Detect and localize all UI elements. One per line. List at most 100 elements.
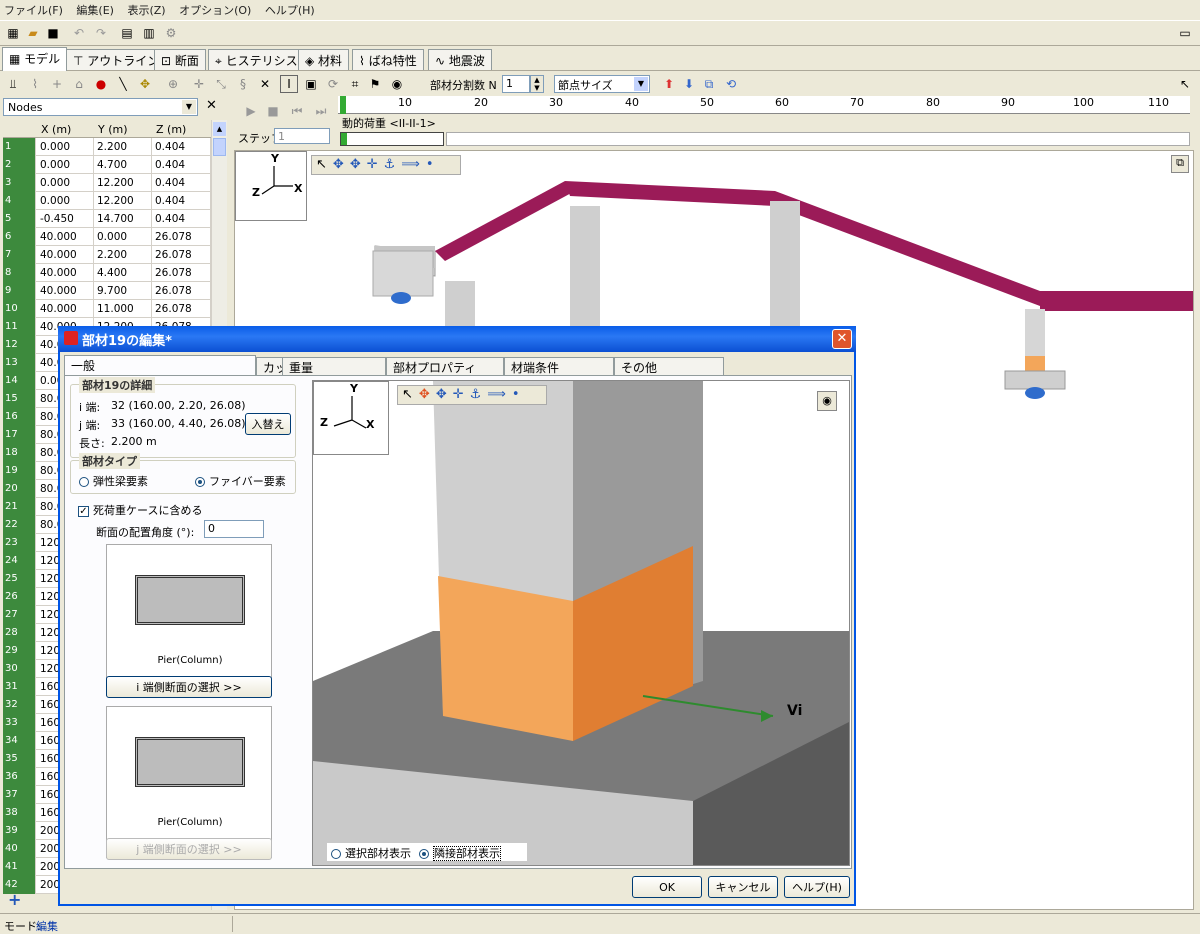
table-cell[interactable]: 40.000 (37, 228, 94, 246)
table-cell[interactable]: 40.000 (37, 264, 94, 282)
copy-icon[interactable]: ⧉ (700, 75, 718, 93)
table-cell[interactable]: 0.404 (152, 210, 211, 228)
table-row[interactable]: 3 0.000 12.200 0.404 (3, 174, 211, 192)
play-icon[interactable]: ▶ (242, 102, 260, 120)
undo-icon[interactable]: ↶ (70, 24, 88, 42)
table-cell[interactable]: 2.200 (94, 138, 152, 156)
table-row[interactable]: 2 0.000 4.700 0.404 (3, 156, 211, 174)
move-icon[interactable]: ✛ (190, 75, 208, 93)
table-cell[interactable]: 0.404 (152, 174, 211, 192)
table-cell[interactable]: 4.400 (94, 264, 152, 282)
column-y-header[interactable]: Y (m) (98, 123, 128, 136)
table-row[interactable]: 5 -0.450 14.700 0.404 (3, 210, 211, 228)
row-number[interactable]: 6 (3, 228, 36, 246)
type-elastic-radio[interactable]: 弾性梁要素 (79, 473, 148, 489)
row-number[interactable]: 20 (3, 480, 36, 498)
table-cell[interactable]: 26.078 (152, 300, 211, 318)
table-cell[interactable]: 0.404 (152, 138, 211, 156)
view-adjacent-radio[interactable]: 隣接部材表示 (419, 845, 501, 861)
node-size-select[interactable]: 節点サイズ ▼ (554, 75, 650, 93)
ok-button[interactable]: OK (632, 876, 702, 898)
table-cell[interactable]: 26.078 (152, 282, 211, 300)
close-icon[interactable]: ✕ (832, 329, 852, 349)
select-icon[interactable]: ↖ (402, 387, 413, 403)
row-number[interactable]: 21 (3, 498, 36, 516)
table-row[interactable]: 9 40.000 9.700 26.078 (3, 282, 211, 300)
tab-material[interactable]: ◈ 材料 (298, 49, 350, 70)
table-cell[interactable]: 11.000 (94, 300, 152, 318)
row-number[interactable]: 25 (3, 570, 36, 588)
row-number[interactable]: 8 (3, 264, 36, 282)
row-number[interactable]: 4 (3, 192, 36, 210)
row-number[interactable]: 5 (3, 210, 36, 228)
column-x-header[interactable]: X (m) (41, 123, 71, 136)
table-cell[interactable]: 0.404 (152, 156, 211, 174)
i-beam-icon[interactable]: I (280, 75, 298, 93)
menu-options[interactable]: オプション(O) (175, 0, 257, 18)
redo-icon[interactable]: ↷ (92, 24, 110, 42)
new-model-icon[interactable]: ▦ (4, 24, 22, 42)
view-selected-radio[interactable]: 選択部材表示 (331, 845, 411, 861)
table-row[interactable]: 8 40.000 4.400 26.078 (3, 264, 211, 282)
section-view-icon[interactable]: ▣ (302, 75, 320, 93)
table-cell[interactable]: 0.000 (37, 138, 94, 156)
save-icon[interactable]: ■ (44, 24, 62, 42)
table-row[interactable]: 1 0.000 2.200 0.404 (3, 138, 211, 156)
display-toggle-icon[interactable]: ◉ (388, 75, 406, 93)
row-number[interactable]: 3 (3, 174, 36, 192)
row-number[interactable]: 1 (3, 138, 36, 156)
row-number[interactable]: 22 (3, 516, 36, 534)
table-cell[interactable]: 2.200 (94, 246, 152, 264)
row-number[interactable]: 35 (3, 750, 36, 768)
row-number[interactable]: 23 (3, 534, 36, 552)
tab-outline[interactable]: ⊤ アウトライン (66, 49, 167, 70)
import-icon[interactable]: ⬆ (660, 75, 678, 93)
table-cell[interactable]: 0.404 (152, 192, 211, 210)
row-number[interactable]: 36 (3, 768, 36, 786)
tab-weight[interactable]: 重量 (282, 357, 386, 375)
table-cell[interactable]: 0.000 (37, 174, 94, 192)
row-number[interactable]: 19 (3, 462, 36, 480)
row-number[interactable]: 29 (3, 642, 36, 660)
crosshair-icon[interactable]: ⊕ (164, 75, 182, 93)
row-number[interactable]: 41 (3, 858, 36, 876)
row-number[interactable]: 17 (3, 426, 36, 444)
row-number[interactable]: 30 (3, 660, 36, 678)
rotate-icon[interactable]: ✥ (419, 387, 430, 403)
table-row[interactable]: 7 40.000 2.200 26.078 (3, 246, 211, 264)
row-number[interactable]: 40 (3, 840, 36, 858)
anchor-icon[interactable]: ⚓ (470, 387, 482, 403)
row-number[interactable]: 16 (3, 408, 36, 426)
row-number[interactable]: 24 (3, 552, 36, 570)
angle-input[interactable]: 0 (204, 520, 264, 538)
row-number[interactable]: 13 (3, 354, 36, 372)
table-cell[interactable]: 40.000 (37, 300, 94, 318)
type-fiber-radio[interactable]: ファイバー要素 (195, 473, 286, 489)
row-number[interactable]: 7 (3, 246, 36, 264)
swap-button[interactable]: 入替え (245, 413, 291, 435)
table-cell[interactable]: 26.078 (152, 228, 211, 246)
row-number[interactable]: 10 (3, 300, 36, 318)
window-restore-icon[interactable]: ▭ (1176, 24, 1194, 42)
table-cell[interactable]: -0.450 (37, 210, 94, 228)
step-back-icon[interactable]: ⏮ (288, 102, 306, 120)
step-forward-icon[interactable]: ⏭ (312, 102, 330, 120)
entity-select[interactable]: Nodes ▼ (3, 98, 198, 116)
table-row[interactable]: 10 40.000 11.000 26.078 (3, 300, 211, 318)
node-add-icon[interactable]: + (48, 75, 66, 93)
member-3d-view[interactable]: Vi Y X Z ↖ ✥ ✥ ✛ ⚓ ⟹ • ◉ 選択部材表示 隣接部材表示 (312, 380, 850, 866)
column-z-header[interactable]: Z (m) (156, 123, 186, 136)
close-panel-icon[interactable]: ✕ (206, 98, 217, 113)
divisions-spinner[interactable]: ▲ ▼ (530, 75, 544, 93)
row-number[interactable]: 38 (3, 804, 36, 822)
cancel-button[interactable]: キャンセル (708, 876, 778, 898)
table-cell[interactable]: 0.000 (37, 156, 94, 174)
export-icon[interactable]: ⬇ (680, 75, 698, 93)
analysis-icon[interactable]: ⚙ (162, 24, 180, 42)
rotate-view-icon[interactable]: ⟳ (324, 75, 342, 93)
tab-general[interactable]: 一般 (64, 355, 256, 376)
menu-file[interactable]: ファイル(F) (0, 0, 69, 18)
table-cell[interactable]: 4.700 (94, 156, 152, 174)
time-ruler[interactable]: 10 20 30 40 50 60 70 80 90 100 110 (338, 96, 1190, 114)
row-number[interactable]: 27 (3, 606, 36, 624)
